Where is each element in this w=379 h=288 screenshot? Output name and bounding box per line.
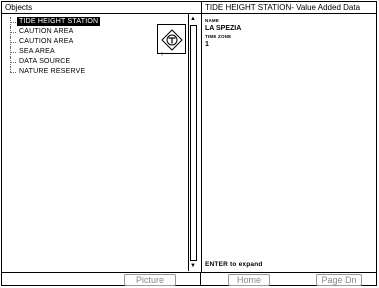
objects-pane-title: Objects bbox=[2, 2, 201, 14]
tree-item-data-source[interactable]: DATA SOURCE bbox=[6, 57, 186, 67]
scrollbar-thumb[interactable] bbox=[190, 25, 197, 261]
picture-button[interactable]: Picture bbox=[124, 274, 176, 286]
arrow-down-icon[interactable]: ▼ bbox=[189, 262, 197, 270]
attribute-list: NAME LA SPEZIA TIME ZONE 1 bbox=[202, 17, 241, 49]
attribute-value: LA SPEZIA bbox=[205, 25, 242, 32]
arrow-up-icon[interactable]: ▲ bbox=[189, 15, 197, 23]
attribute-name: TIME ZONE bbox=[205, 34, 232, 39]
details-pane-title: TIDE HEIGHT STATION- Value Added Data bbox=[202, 2, 376, 14]
softkey-bar: Picture Home Page Dn bbox=[2, 272, 376, 286]
expand-hint: ENTER to expand bbox=[205, 261, 263, 268]
objects-scrollbar[interactable]: ▲ ▼ bbox=[188, 14, 197, 271]
attribute-name: NAME bbox=[205, 18, 220, 23]
tide-station-symbol-icon bbox=[161, 29, 183, 51]
app-frame: Objects TIDE HEIGHT STATION CAUTION AREA… bbox=[1, 1, 377, 286]
home-button[interactable]: Home bbox=[228, 274, 270, 286]
objects-pane: Objects TIDE HEIGHT STATION CAUTION AREA… bbox=[2, 2, 201, 272]
tree-item-nature-reserve[interactable]: NATURE RESERVE bbox=[6, 67, 186, 77]
object-symbol-preview bbox=[157, 24, 186, 54]
tree-item-label: CAUTION AREA bbox=[19, 38, 74, 45]
symbol-position-mark: + bbox=[160, 51, 165, 58]
footer-divider bbox=[200, 273, 201, 286]
page-down-button[interactable]: Page Dn bbox=[316, 274, 362, 286]
tree-item-label: NATURE RESERVE bbox=[19, 68, 86, 75]
tree-item-label: CAUTION AREA bbox=[19, 28, 74, 35]
tree-item-label: TIDE HEIGHT STATION bbox=[17, 17, 101, 26]
tree-item-label: DATA SOURCE bbox=[19, 58, 71, 65]
tree-item-label: SEA AREA bbox=[19, 48, 55, 55]
details-pane: TIDE HEIGHT STATION- Value Added Data NA… bbox=[201, 2, 376, 272]
attribute-value: 1 bbox=[205, 41, 209, 48]
